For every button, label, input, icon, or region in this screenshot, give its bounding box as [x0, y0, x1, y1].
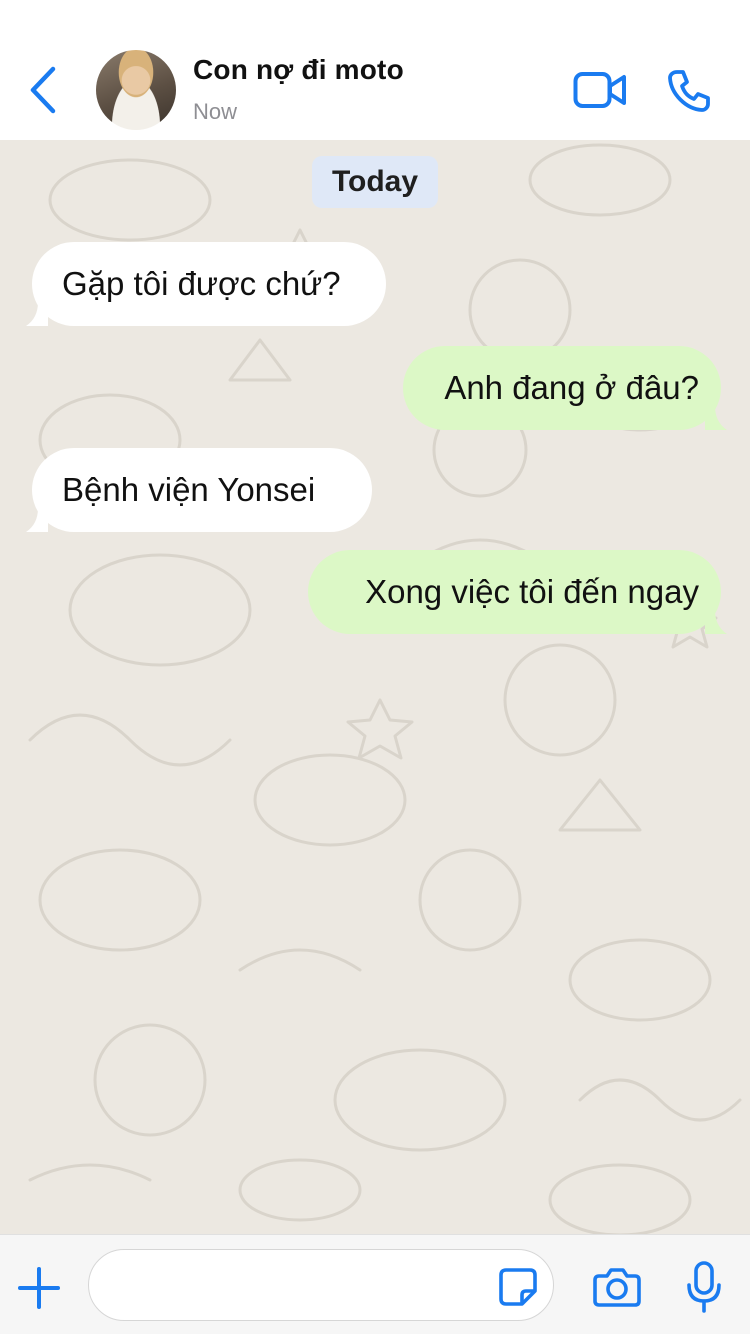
camera-button[interactable]: [590, 1263, 644, 1311]
contact-avatar[interactable]: [96, 50, 176, 130]
message-text: Xong việc tôi đến ngay: [365, 573, 699, 610]
message-bubble-outgoing[interactable]: Anh đang ở đâu?: [403, 346, 727, 430]
voice-call-button[interactable]: [664, 66, 714, 116]
message-text: Gặp tôi được chứ?: [62, 265, 341, 302]
date-separator: Today: [312, 156, 438, 208]
message-bubble-outgoing[interactable]: Xong việc tôi đến ngay: [308, 550, 727, 634]
back-button[interactable]: [22, 62, 62, 118]
message-bubble-incoming[interactable]: Bệnh viện Yonsei: [26, 448, 372, 532]
voice-message-button[interactable]: [682, 1259, 726, 1315]
microphone-icon: [687, 1261, 721, 1313]
message-input[interactable]: [88, 1249, 554, 1321]
chat-header: Con nợ đi moto Now: [0, 0, 750, 140]
add-attachment-button[interactable]: [14, 1263, 64, 1313]
chat-screen: Con nợ đi moto Now Today Gặp tôi được ch…: [0, 0, 750, 1334]
message-input-bar: [0, 1234, 750, 1334]
video-camera-icon: [573, 72, 626, 108]
message-bubble-incoming[interactable]: Gặp tôi được chứ?: [26, 242, 386, 326]
contact-name[interactable]: Con nợ đi moto: [193, 54, 404, 86]
bubble-tail: [26, 302, 48, 326]
contact-status: Now: [193, 99, 238, 124]
plus-icon: [18, 1267, 60, 1309]
video-call-button[interactable]: [572, 68, 628, 112]
camera-icon: [593, 1268, 641, 1307]
message-text: Bệnh viện Yonsei: [62, 471, 316, 508]
message-text: Anh đang ở đâu?: [444, 369, 699, 406]
phone-icon: [668, 70, 710, 112]
sticker-icon: [499, 1268, 537, 1306]
chat-area[interactable]: Today Gặp tôi được chứ? Anh đang ở đâu? …: [0, 140, 750, 1234]
chevron-left-icon: [30, 66, 56, 114]
bubble-tail: [26, 508, 48, 532]
sticker-button[interactable]: [496, 1265, 540, 1309]
bubble-tail: [705, 610, 727, 634]
bubble-tail: [705, 406, 727, 430]
